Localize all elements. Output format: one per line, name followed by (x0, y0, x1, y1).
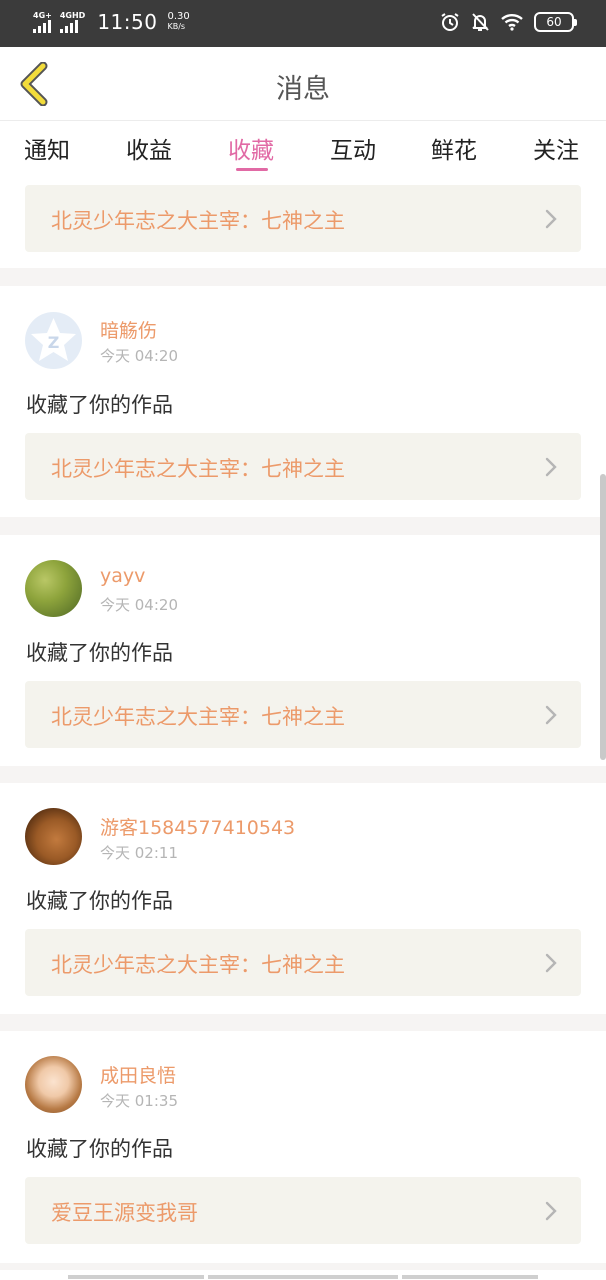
mute-bell-icon (472, 13, 489, 31)
action-text: 收藏了你的作品 (26, 393, 173, 417)
message-time: 今天 01:35 (100, 1092, 178, 1110)
signal-4g-plus: 4G+ (33, 11, 52, 33)
chevron-right-icon (545, 209, 557, 229)
signal-bars-icon (33, 20, 51, 33)
work-link[interactable]: 北灵少年志之大主宰：七神之主 (25, 185, 581, 252)
active-tab-indicator (236, 168, 268, 171)
work-title: 北灵少年志之大主宰：七神之主 (51, 705, 345, 729)
network-type-label: 4G+ (33, 11, 52, 20)
alarm-icon (441, 13, 459, 31)
app-header: 消息 (0, 47, 606, 121)
message-card: 成田良悟 今天 01:35 收藏了你的作品 爱豆王源变我哥 (0, 1031, 606, 1263)
tab-bar: 通知 收益 收藏 互动 鲜花 关注 (0, 121, 606, 177)
scrollbar[interactable] (600, 474, 606, 760)
battery-level: 60 (546, 15, 562, 29)
tab-earnings[interactable]: 收益 (126, 131, 172, 165)
tab-notification[interactable]: 通知 (24, 131, 70, 165)
chevron-right-icon (545, 953, 557, 973)
svg-text:Z: Z (48, 333, 60, 352)
work-title: 北灵少年志之大主宰：七神之主 (51, 457, 345, 481)
message-time: 今天 04:20 (100, 596, 178, 614)
message-card: Z 暗觞伤 今天 04:20 收藏了你的作品 北灵少年志之大主宰：七神之主 (0, 286, 606, 517)
username[interactable]: yayv (100, 565, 145, 587)
work-link[interactable]: 北灵少年志之大主宰：七神之主 (25, 681, 581, 748)
message-card: 游客1584577410543 今天 02:11 收藏了你的作品 北灵少年志之大… (0, 783, 606, 1014)
tab-flowers[interactable]: 鲜花 (431, 131, 477, 165)
signal-4ghd: 4GHD (59, 11, 86, 33)
clock: 11:50 (97, 10, 158, 34)
default-avatar-icon[interactable]: Z (25, 312, 82, 369)
signal-bars-icon (59, 20, 78, 33)
message-card-partial: 北灵少年志之大主宰：七神之主 (0, 177, 606, 268)
speed-value: 0.30 (167, 11, 190, 22)
battery-icon: 60 (534, 12, 577, 32)
username[interactable]: 暗觞伤 (100, 316, 157, 343)
network-speed: 0.30 KB/s (167, 12, 189, 32)
work-title: 北灵少年志之大主宰：七神之主 (51, 953, 345, 977)
dog-photo-avatar[interactable] (25, 808, 82, 865)
tab-favorites[interactable]: 收藏 (228, 131, 274, 165)
action-text: 收藏了你的作品 (26, 641, 173, 665)
grass-photo-avatar[interactable] (25, 560, 82, 617)
network-type-label: 4GHD (59, 11, 86, 20)
wifi-icon (501, 14, 523, 31)
tab-interactions[interactable]: 互动 (330, 131, 376, 165)
work-title: 爱豆王源变我哥 (51, 1201, 198, 1225)
speed-unit: KB/s (167, 22, 186, 31)
anime-girl-avatar[interactable] (25, 1056, 82, 1113)
work-link[interactable]: 北灵少年志之大主宰：七神之主 (25, 929, 581, 996)
chevron-right-icon (545, 705, 557, 725)
chevron-right-icon (545, 457, 557, 477)
action-text: 收藏了你的作品 (26, 889, 173, 913)
username[interactable]: 游客1584577410543 (100, 813, 295, 840)
page-title: 消息 (276, 74, 330, 105)
status-bar: 4G+ 4GHD 11:50 0.30 KB/s 60 (0, 0, 606, 47)
message-time: 今天 02:11 (100, 844, 178, 862)
bottom-nav-strip (0, 1270, 606, 1280)
work-link[interactable]: 北灵少年志之大主宰：七神之主 (25, 433, 581, 500)
action-text: 收藏了你的作品 (26, 1137, 173, 1161)
message-time: 今天 04:20 (100, 347, 178, 365)
tab-following[interactable]: 关注 (533, 131, 579, 165)
work-title: 北灵少年志之大主宰：七神之主 (51, 209, 345, 233)
message-card: yayv 今天 04:20 收藏了你的作品 北灵少年志之大主宰：七神之主 (0, 535, 606, 766)
chevron-right-icon (545, 1201, 557, 1221)
username[interactable]: 成田良悟 (100, 1061, 176, 1088)
work-link[interactable]: 爱豆王源变我哥 (25, 1177, 581, 1244)
